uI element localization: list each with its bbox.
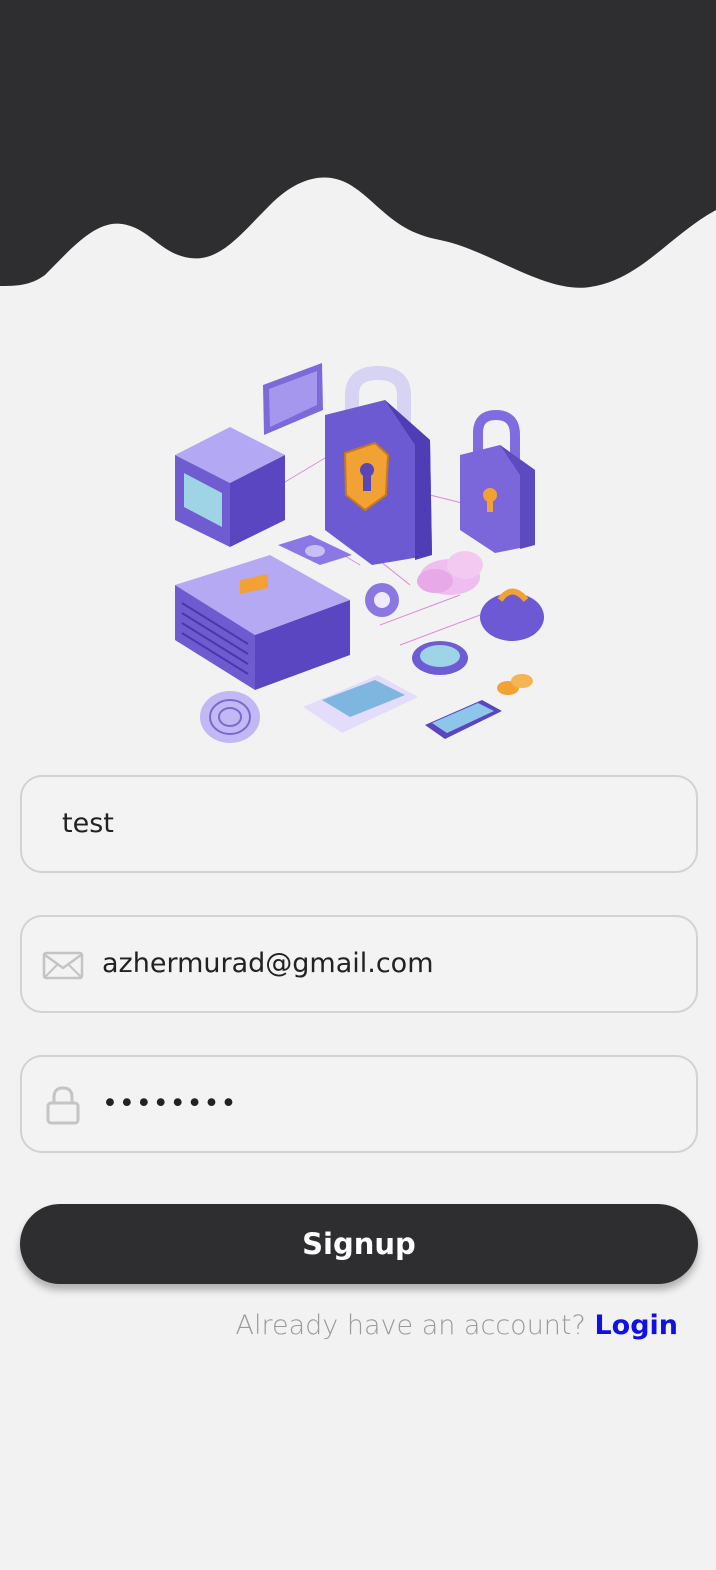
login-prompt-row: Already have an account? Login — [236, 1305, 678, 1347]
data-card-icon — [263, 363, 323, 435]
mail-icon — [42, 951, 84, 980]
login-prompt-text: Already have an account? — [235, 1310, 586, 1341]
password-input-value: •••••••• — [102, 1088, 238, 1119]
padlock-icon — [325, 365, 432, 565]
fingerprint-icon — [200, 691, 260, 743]
password-field[interactable]: •••••••• — [20, 1055, 698, 1153]
email-input-value: azhermurad@gmail.com — [102, 948, 434, 979]
token-icon — [412, 641, 468, 675]
lock-icon — [46, 1086, 80, 1125]
name-input-value: test — [62, 808, 114, 839]
tablet-icon — [303, 675, 418, 733]
coins-icon — [497, 674, 533, 695]
server-device-icon — [175, 555, 350, 690]
security-illustration — [175, 363, 544, 743]
signup-button[interactable]: Signup — [20, 1204, 698, 1284]
mini-lock-icon — [365, 583, 399, 617]
shield-bag-icon — [480, 588, 544, 641]
login-link[interactable]: Login — [594, 1310, 678, 1341]
header-wave — [0, 0, 716, 288]
name-field[interactable]: test — [20, 775, 698, 873]
phone-icon — [425, 700, 502, 739]
small-padlock-icon — [460, 409, 535, 553]
storage-box-icon — [175, 427, 285, 547]
email-field[interactable]: azhermurad@gmail.com — [20, 915, 698, 1013]
cloud-icon — [417, 551, 483, 595]
